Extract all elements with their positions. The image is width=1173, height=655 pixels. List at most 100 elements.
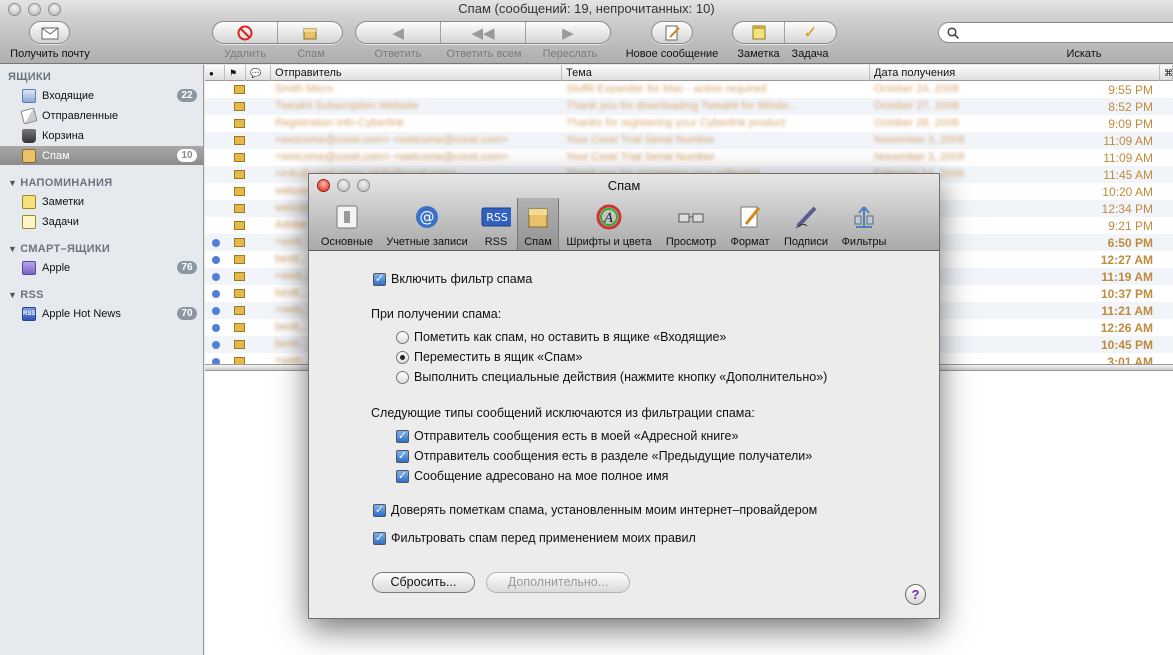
sidebar-item-junk[interactable]: Спам 10 (0, 146, 203, 165)
junk-label: Спам (297, 48, 325, 60)
exempt-full-name-checkbox[interactable]: ✓ (396, 470, 409, 483)
table-row[interactable]: Registration info-Cyberlink Thanks for re… (205, 115, 1173, 132)
tab-fonts-colors[interactable]: A Шрифты и цвета (561, 198, 657, 250)
exempt-previous-recipients-checkbox[interactable]: ✓ (396, 450, 409, 463)
col-flag[interactable]: ⚑ (225, 65, 246, 81)
smart-header-label: СМАРТ–ЯЩИКИ (20, 243, 111, 255)
col-date[interactable]: Дата получения (870, 65, 1160, 81)
minimize-button[interactable] (28, 3, 41, 16)
row-subject: Your Corel Trial Serial Number (566, 134, 715, 146)
col-subject[interactable]: Тема (562, 65, 870, 81)
get-mail-label: Получить почту (10, 48, 90, 60)
mark-as-junk-radio[interactable] (396, 331, 409, 344)
tab-rules[interactable]: Фильтры (837, 198, 891, 250)
rss-header[interactable]: ▼ RSS (8, 289, 44, 301)
tab-composing[interactable]: Формат (725, 198, 775, 250)
tab-signatures[interactable]: Подписи (777, 198, 835, 250)
mark-as-junk-label: Пометить как спам, но оставить в ящике «… (414, 330, 727, 344)
unread-dot-icon (212, 307, 220, 315)
row-subject: Thanks for registering your Cyberlink pr… (566, 117, 786, 129)
reply-arrow-icon: ◀ (392, 24, 404, 42)
unread-dot-icon: ● (209, 69, 214, 78)
trash-icon (22, 128, 36, 143)
move-to-junk-radio[interactable] (396, 351, 409, 364)
row-time: 10:45 PM (1100, 338, 1153, 352)
envelope-icon (30, 22, 69, 43)
table-row[interactable]: Tweakit Subscription Website Thank you fo… (205, 98, 1173, 115)
forward-button[interactable]: ▶ (526, 22, 610, 43)
sidebar-item-apple[interactable]: Apple 76 (0, 258, 203, 277)
reply-all-button[interactable]: ◀◀ (441, 22, 526, 43)
reminders-header[interactable]: ▼ НАПОМИНАНИЯ (8, 177, 112, 189)
sidebar-item-sent[interactable]: Отправленные (0, 106, 203, 125)
rss-header-label: RSS (20, 289, 44, 301)
table-row[interactable]: <welcome@corel.com> <welcome@corel.com> Y… (205, 149, 1173, 166)
smart-mailboxes-header[interactable]: ▼ СМАРТ–ЯЩИКИ (8, 243, 110, 255)
exempt-address-book-checkbox[interactable]: ✓ (396, 430, 409, 443)
note-pad-icon (752, 25, 765, 40)
trust-isp-checkbox[interactable]: ✓ (373, 504, 386, 517)
row-time: 11:21 AM (1101, 304, 1153, 318)
tab-rss[interactable]: RSS RSS (475, 198, 517, 250)
preferences-title: Спам (607, 178, 641, 193)
disclosure-triangle-icon[interactable]: ▼ (8, 244, 17, 254)
unread-dot-icon (212, 239, 220, 247)
tab-label: Формат (730, 236, 770, 248)
col-from[interactable]: Отправитель (271, 65, 562, 81)
tab-viewing[interactable]: Просмотр (661, 198, 721, 250)
sidebar-item-todos[interactable]: Задачи (0, 212, 203, 231)
tab-accounts[interactable]: @ Учетные записи (379, 198, 475, 250)
delete-button[interactable] (213, 22, 278, 43)
disclosure-triangle-icon[interactable]: ▼ (8, 178, 17, 188)
filter-before-rules-checkbox[interactable]: ✓ (373, 532, 386, 545)
row-subject: Your Corel Trial Serial Number (566, 151, 715, 163)
junk-button[interactable] (278, 22, 342, 43)
tab-label: RSS (484, 236, 508, 248)
reply-group: ◀ ◀◀ ▶ (355, 21, 611, 44)
advanced-button[interactable]: Дополнительно... (486, 572, 630, 593)
junk-mail-icon (234, 153, 245, 162)
tab-general[interactable]: Основные (315, 198, 379, 250)
unread-dot-icon (212, 256, 220, 264)
note-button[interactable] (733, 22, 785, 43)
junk-mail-icon (234, 187, 245, 196)
row-from: Smith Micro (275, 83, 334, 95)
junk-mail-icon (234, 306, 245, 315)
row-from: <web... (275, 355, 311, 364)
row-time: 12:27 AM (1100, 253, 1153, 267)
close-button[interactable] (8, 3, 21, 16)
tab-label: Просмотр (665, 236, 717, 248)
reply-button[interactable]: ◀ (356, 22, 442, 43)
table-row[interactable]: Smith Micro Stuffit Expander for Mac - ac… (205, 81, 1173, 98)
col-thread[interactable]: 💬 (246, 65, 271, 81)
sidebar-item-inbox[interactable]: Входящие 22 (0, 86, 203, 105)
reset-button[interactable]: Сбросить... (372, 572, 475, 593)
get-mail-button[interactable] (29, 21, 70, 44)
search-field[interactable] (938, 22, 1173, 43)
sidebar-item-trash[interactable]: Корзина (0, 126, 203, 145)
row-time: 9:55 PM (1108, 83, 1153, 97)
custom-actions-radio[interactable] (396, 371, 409, 384)
sidebar-item-label: Apple (42, 261, 71, 274)
col-unread[interactable]: ● (205, 65, 225, 81)
enable-junk-filter-checkbox[interactable]: ✓ (373, 273, 386, 286)
row-time: 9:21 PM (1108, 219, 1153, 233)
message-list-header: ● ⚑ 💬 Отправитель Тема Дата получения ⌘ (205, 65, 1173, 81)
sidebar-item-notes[interactable]: Заметки (0, 192, 203, 211)
disclosure-triangle-icon[interactable]: ▼ (8, 290, 17, 300)
row-from: bestt... (275, 321, 309, 333)
new-message-button[interactable] (651, 21, 693, 44)
col-attachment[interactable]: ⌘ (1160, 65, 1173, 81)
tab-junk[interactable]: Спам (517, 198, 559, 250)
zoom-button[interactable] (48, 3, 61, 16)
row-time: 9:09 PM (1108, 117, 1153, 131)
sidebar-item-apple-hot-news[interactable]: RSS Apple Hot News 70 (0, 304, 203, 323)
help-button[interactable]: ? (905, 584, 926, 605)
row-from: <welcome@corel.com> <welcome@corel.com> (275, 151, 509, 163)
unread-count-badge: 22 (177, 89, 197, 102)
fountain-pen-icon (791, 202, 821, 232)
junk-mail-icon (234, 170, 245, 179)
table-row[interactable]: <welcome@corel.com> <welcome@corel.com> Y… (205, 132, 1173, 149)
paperclip-icon: ⌘ (1164, 68, 1173, 78)
todo-button[interactable]: ✓ (785, 22, 836, 43)
